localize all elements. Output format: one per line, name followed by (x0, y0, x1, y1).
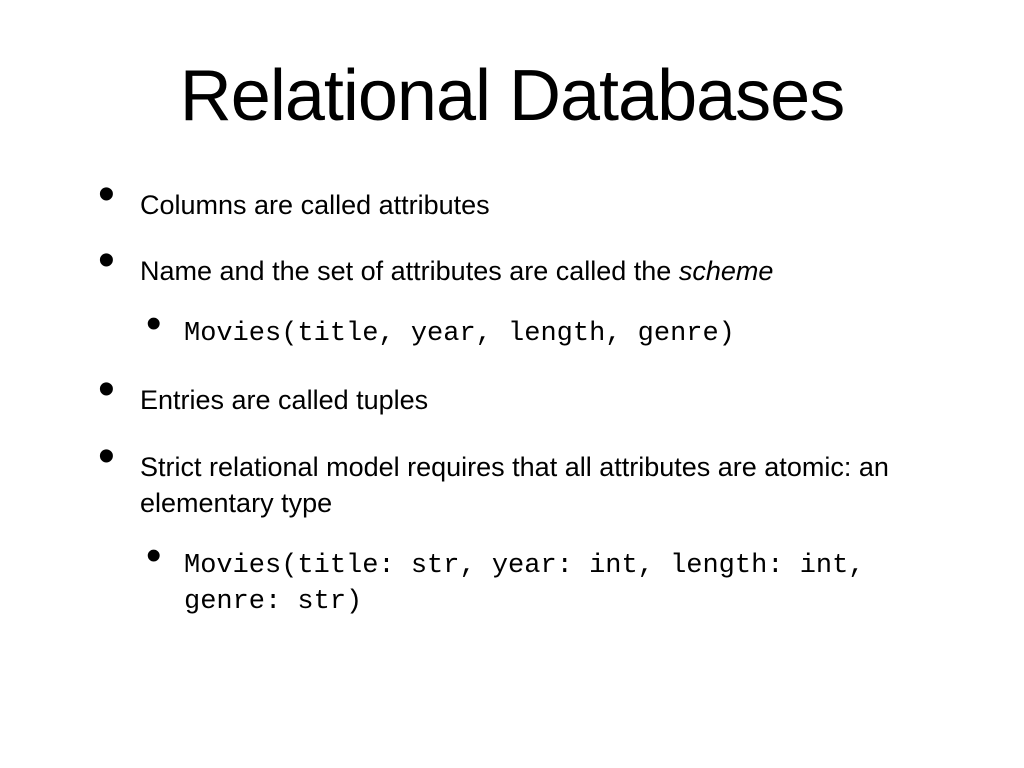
bullet-text: Entries are called tuples (140, 385, 428, 415)
sub-bullet-item: Movies(title, year, length, genre) (146, 316, 954, 352)
code-text: Movies(title, year, length, genre) (184, 319, 735, 349)
slide-title: Relational Databases (70, 55, 954, 137)
bullet-text: Columns are called attributes (140, 190, 490, 220)
bullet-item: Columns are called attributes (98, 187, 954, 223)
bullet-item: Entries are called tuples (98, 382, 954, 418)
slide: Relational Databases Columns are called … (0, 0, 1024, 768)
sub-bullet-item: Movies(title: str, year: int, length: in… (146, 548, 954, 621)
bullet-item: Name and the set of attributes are calle… (98, 253, 954, 352)
sub-bullet-list: Movies(title: str, year: int, length: in… (140, 548, 954, 621)
sub-bullet-list: Movies(title, year, length, genre) (140, 316, 954, 352)
bullet-item: Strict relational model requires that al… (98, 449, 954, 621)
bullet-list: Columns are called attributes Name and t… (70, 187, 954, 621)
code-text: Movies(title: str, year: int, length: in… (184, 551, 865, 617)
bullet-text: Strict relational model requires that al… (140, 452, 889, 518)
bullet-text: Name and the set of attributes are calle… (140, 256, 679, 286)
bullet-text-emphasis: scheme (679, 256, 774, 286)
